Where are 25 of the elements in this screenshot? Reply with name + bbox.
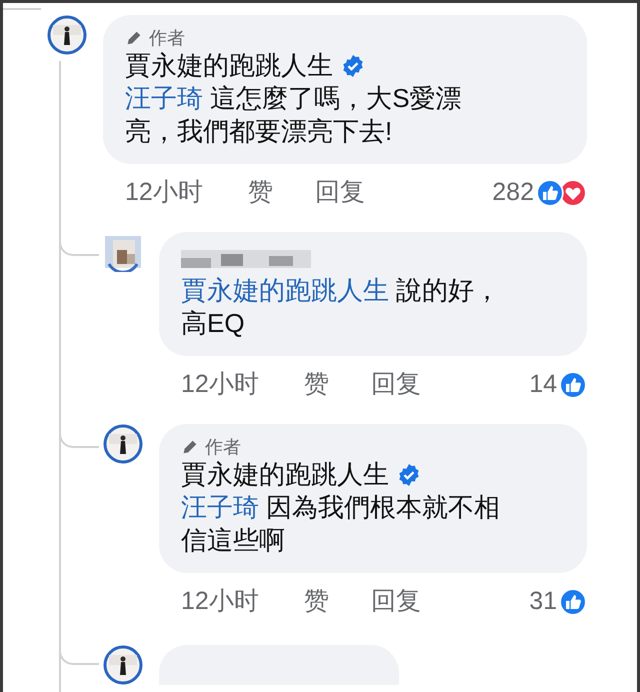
author-label: 作者 bbox=[205, 436, 241, 458]
like-link[interactable]: 赞 bbox=[248, 174, 315, 212]
mention-link[interactable]: 汪子琦 bbox=[125, 83, 203, 113]
reaction-count: 282 bbox=[492, 177, 534, 208]
mention-link[interactable]: 汪子琦 bbox=[181, 492, 259, 522]
reply-link[interactable]: 回复 bbox=[371, 366, 421, 404]
reaction-count: 31 bbox=[529, 586, 557, 618]
thread-line bbox=[3, 8, 41, 10]
comment-time: 12小时 bbox=[125, 177, 204, 208]
commenter-name[interactable]: 賈永婕的跑跳人生 bbox=[181, 458, 389, 491]
like-link[interactable]: 赞 bbox=[304, 583, 371, 621]
pencil-icon bbox=[125, 29, 143, 47]
comment-time: 12小时 bbox=[181, 369, 260, 400]
comment-text: 汪子琦 因為我們根本就不相信這些啊 bbox=[181, 491, 502, 557]
author-label: 作者 bbox=[149, 27, 185, 49]
comment-text: 汪子琦 這怎麼了嗎，大S愛漂亮，我們都要漂亮下去! bbox=[125, 82, 463, 148]
like-link[interactable]: 赞 bbox=[304, 366, 371, 404]
pencil-icon bbox=[181, 438, 199, 456]
reaction-count: 14 bbox=[529, 369, 557, 400]
comment-text: 賈永婕的跑跳人生 說的好，高EQ bbox=[181, 274, 502, 340]
reply-link[interactable]: 回复 bbox=[371, 583, 421, 621]
commenter-name[interactable]: 賈永婕的跑跳人生 bbox=[125, 49, 333, 82]
comment-time: 12小时 bbox=[181, 586, 260, 618]
mention-link[interactable]: 賈永婕的跑跳人生 bbox=[181, 275, 389, 305]
reply-link[interactable]: 回复 bbox=[315, 174, 365, 212]
